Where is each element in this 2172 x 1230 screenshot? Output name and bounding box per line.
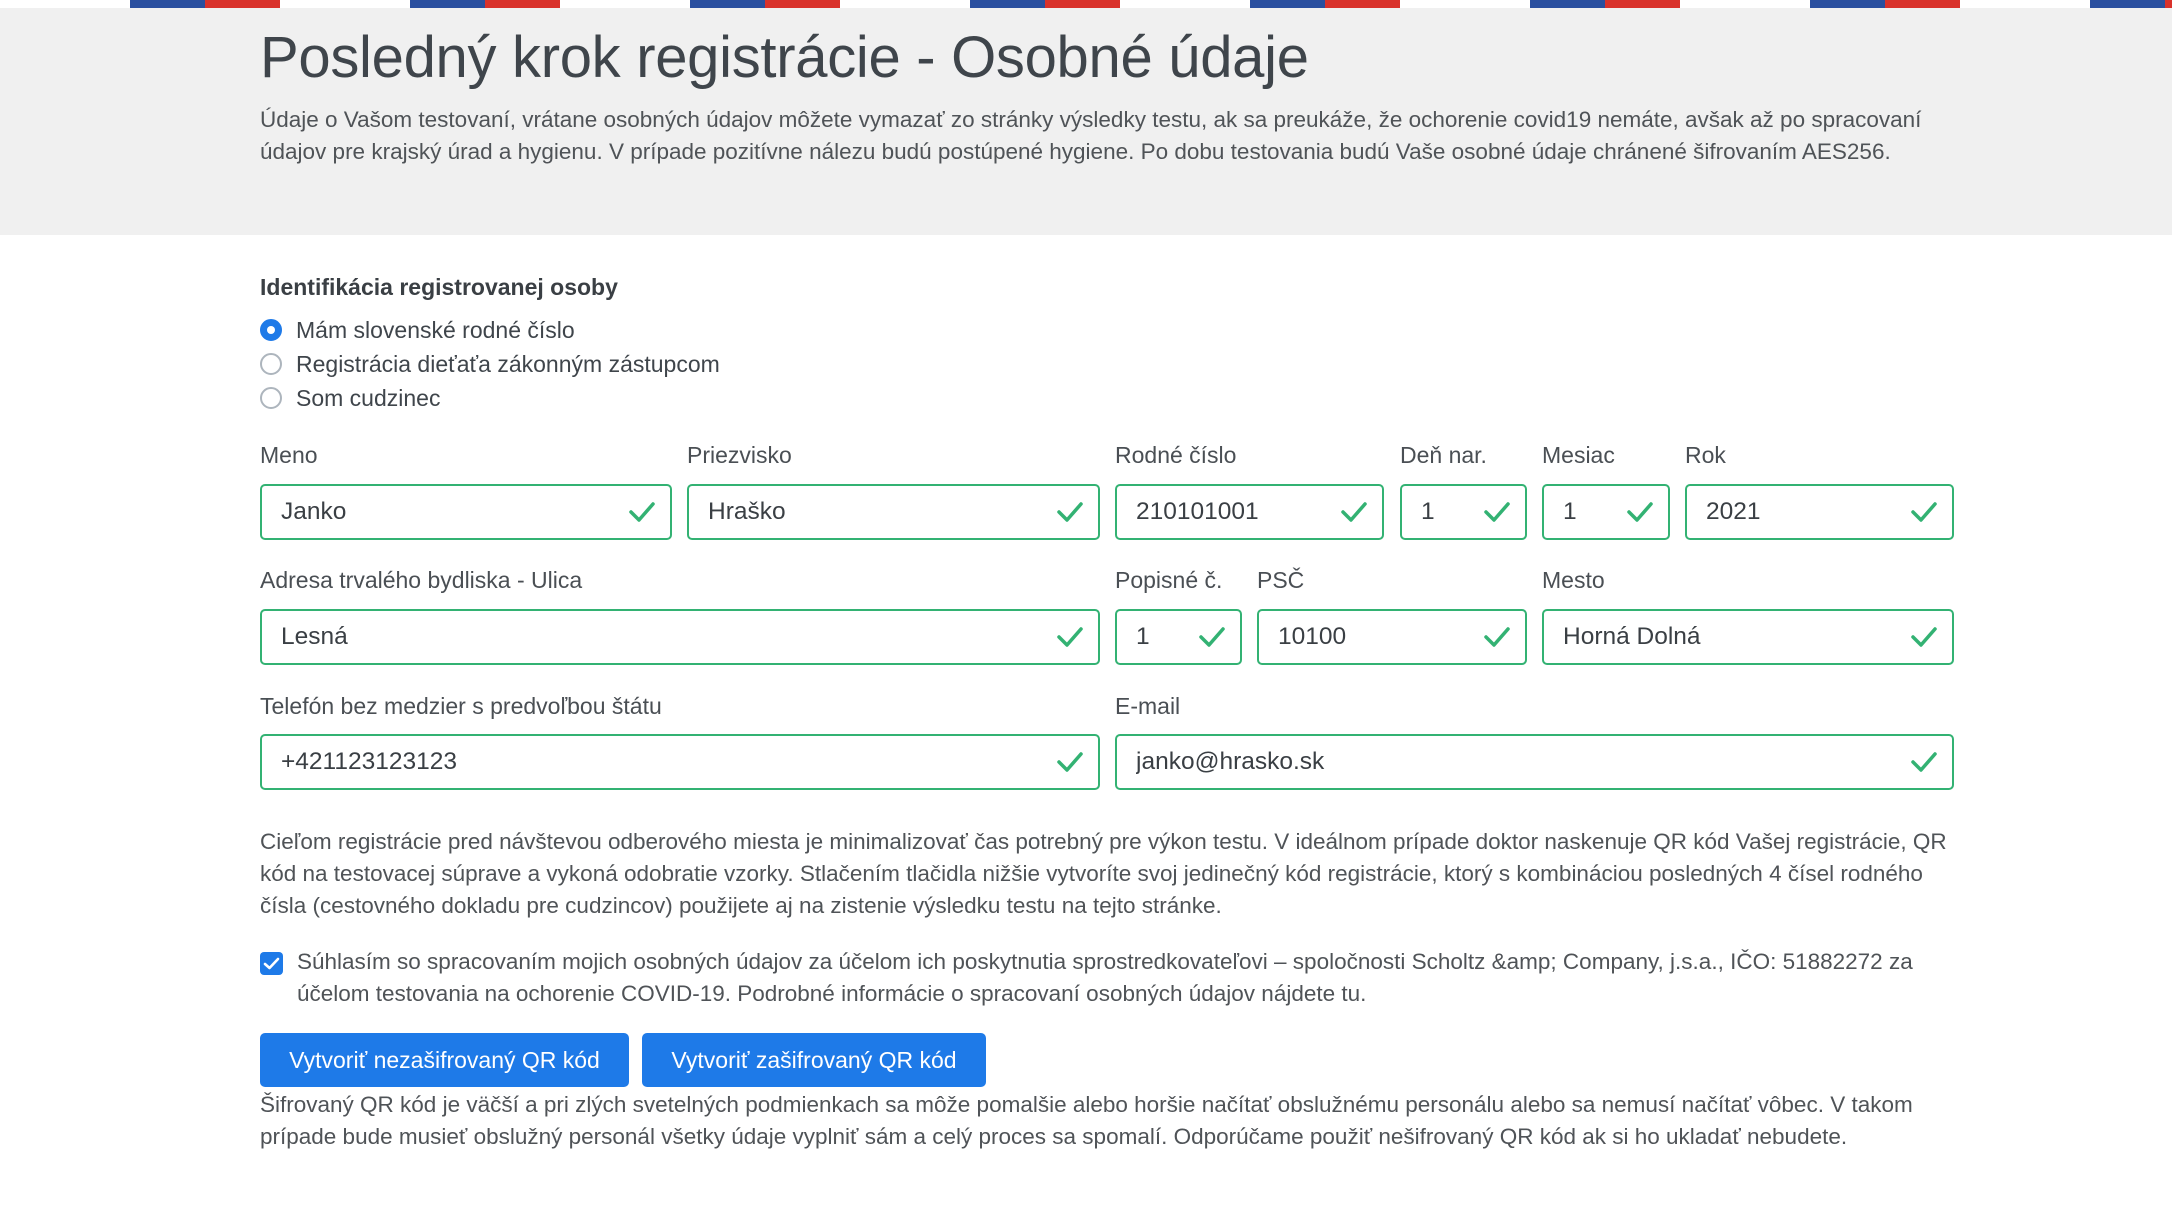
radio-label: Som cudzinec xyxy=(296,384,441,411)
mesiac-label: Mesiac xyxy=(1542,442,1615,468)
check-icon xyxy=(1484,627,1510,647)
radio-label: Registrácia dieťaťa zákonným zástupcom xyxy=(296,350,720,377)
meno-input[interactable]: Janko xyxy=(260,484,672,540)
check-icon xyxy=(1199,627,1225,647)
top-color-stripe xyxy=(0,0,2172,8)
check-icon xyxy=(1341,502,1367,522)
radio-button[interactable] xyxy=(260,353,282,375)
check-icon xyxy=(1057,752,1083,772)
email-label: E-mail xyxy=(1115,693,1181,719)
psc-input[interactable]: 10100 xyxy=(1257,609,1527,665)
radio-child-registration[interactable]: Registrácia dieťaťa zákonným zástupcom xyxy=(260,349,720,379)
mesto-input[interactable]: Horná Dolná xyxy=(1542,609,1954,665)
psc-label: PSČ xyxy=(1257,567,1305,593)
ulica-label: Adresa trvalého bydliska - Ulica xyxy=(260,567,583,593)
radio-foreigner[interactable]: Som cudzinec xyxy=(260,383,440,413)
encryption-note-text: Šifrovaný QR kód je väčší a pri zlých sv… xyxy=(260,1092,1913,1149)
check-icon xyxy=(1627,502,1653,522)
check-icon xyxy=(1911,752,1937,772)
check-icon xyxy=(1057,627,1083,647)
priezvisko-label: Priezvisko xyxy=(687,442,792,468)
meno-value: Janko xyxy=(281,498,347,525)
page-title: Posledný krok registrácie - Osobné údaje xyxy=(260,25,1309,90)
consent-checkbox[interactable] xyxy=(260,952,283,975)
radio-button[interactable] xyxy=(260,387,282,409)
email-input[interactable]: janko@hrasko.sk xyxy=(1115,734,1954,790)
rok-label: Rok xyxy=(1685,442,1726,468)
check-icon xyxy=(1911,627,1937,647)
rodne-cislo-input[interactable]: 210101001 xyxy=(1115,484,1384,540)
meno-label: Meno xyxy=(260,442,318,468)
rodne-cislo-label: Rodné číslo xyxy=(1115,442,1237,468)
popisne-input[interactable]: 1 xyxy=(1115,609,1242,665)
consent-text: Súhlasím so spracovaním mojich osobných … xyxy=(297,949,1913,1006)
radio-button-checked[interactable] xyxy=(260,319,282,341)
ulica-value: Lesná xyxy=(281,623,348,650)
email-value: janko@hrasko.sk xyxy=(1136,748,1325,775)
mesto-value: Horná Dolná xyxy=(1563,623,1701,650)
check-icon xyxy=(1057,502,1083,522)
ulica-input[interactable]: Lesná xyxy=(260,609,1100,665)
radio-slovak-birth-number[interactable]: Mám slovenské rodné číslo xyxy=(260,315,575,345)
telefon-input[interactable]: +421123123123 xyxy=(260,734,1100,790)
identification-title: Identifikácia registrovanej osoby xyxy=(260,274,618,300)
priezvisko-input[interactable]: Hraško xyxy=(687,484,1100,540)
telefon-label: Telefón bez medzier s predvoľbou štátu xyxy=(260,693,662,719)
radio-label: Mám slovenské rodné číslo xyxy=(296,316,575,343)
mesiac-input[interactable]: 1 xyxy=(1542,484,1670,540)
check-icon xyxy=(1911,502,1937,522)
page-lead-text: Údaje o Vašom testovaní, vrátane osobnýc… xyxy=(260,107,1922,164)
den-label: Deň nar. xyxy=(1400,442,1487,468)
mesto-label: Mesto xyxy=(1542,567,1605,593)
create-encrypted-qr-button[interactable]: Vytvoriť zašifrovaný QR kód xyxy=(642,1033,986,1087)
rok-input[interactable]: 2021 xyxy=(1685,484,1954,540)
checkbox-check-icon xyxy=(263,957,280,970)
telefon-value: +421123123123 xyxy=(281,748,457,775)
consent-checkbox-row[interactable]: Súhlasím so spracovaním mojich osobných … xyxy=(260,946,1960,1010)
check-icon xyxy=(629,502,655,522)
popisne-label: Popisné č. xyxy=(1115,567,1223,593)
create-unencrypted-qr-button[interactable]: Vytvoriť nezašifrovaný QR kód xyxy=(260,1033,629,1087)
check-icon xyxy=(1484,502,1510,522)
registration-info-text: Cieľom registrácie pred návštevou odbero… xyxy=(260,829,1947,918)
den-input[interactable]: 1 xyxy=(1400,484,1527,540)
priezvisko-value: Hraško xyxy=(708,498,786,525)
